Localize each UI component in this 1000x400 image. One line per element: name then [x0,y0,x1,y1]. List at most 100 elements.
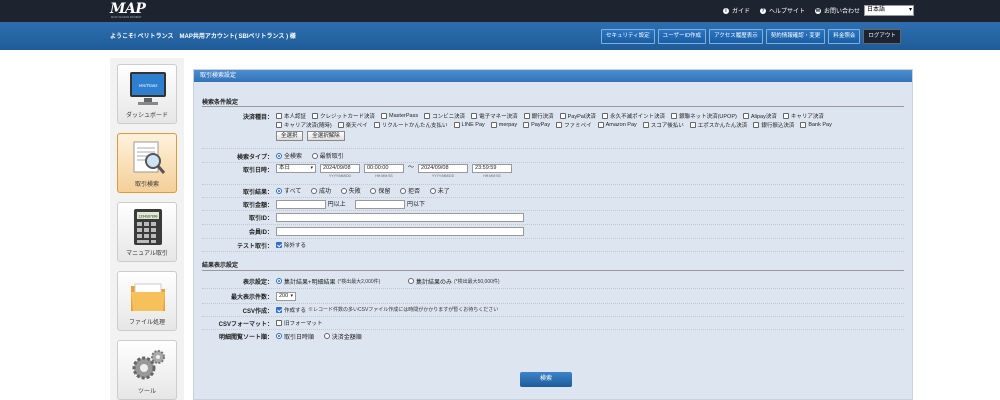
sidebar-item-manual-transaction[interactable]: 1234567890 マニュアル取引 [117,202,177,262]
csv-create-label: CSV作成： [242,308,273,315]
max-rows-row: 最大表示件数： 200 ▾ [202,289,904,304]
sidebar-item-tools[interactable]: ツール [117,340,177,400]
guide-link[interactable]: i ガイド [722,6,750,15]
test-transaction-row: テスト取引： 除外する [202,239,904,252]
clear-all-button[interactable]: 全選択解除 [307,131,345,141]
monitor-icon: VeriTrans [130,72,166,105]
test-transaction-label: テスト取引： [236,243,273,250]
folder-icon [131,283,165,311]
security-settings-button[interactable]: セキュリティ設定 [601,29,655,44]
payment-checkbox-carrier[interactable]: キャリア決済 [782,112,824,120]
info-icon: i [722,7,729,14]
payment-checkbox-paypay[interactable]: PayPay [523,121,550,129]
document-search-icon [133,141,166,174]
logout-button[interactable]: ログアウト [863,29,901,44]
payment-checkbox-recruit[interactable]: リクルートかんたん支払い [373,121,448,129]
date-label: 取引日時： [242,168,273,174]
payment-checkbox-eternal-points[interactable]: 永久不滅ポイント決済 [602,112,665,120]
payment-checkbox-paypal[interactable]: PayPal決済 [559,112,596,120]
result-success-radio[interactable]: 成功 [311,186,331,195]
map-logo[interactable]: MAP MULTI ACCESS PAYMENT [110,1,155,20]
amount-max-input[interactable] [355,199,406,209]
logo-tagline: MULTI ACCESS PAYMENT [111,16,142,19]
payment-checkbox-rakuten-pay[interactable]: 楽天ペイ [337,121,368,129]
transaction-id-input[interactable] [276,213,524,222]
access-history-button[interactable]: アクセス履歴表示 [709,29,763,44]
amount-row: 取引金額： 円以上 円以下 [202,198,904,211]
display-summary-detail-radio[interactable]: 集計結果+明細結果 (*検出最大2,000件) [276,277,380,286]
chevron-down-icon: ▾ [290,292,293,299]
sidebar-item-dashboard[interactable]: VeriTrans ダッシュボード [117,64,177,124]
fee-inquiry-button[interactable]: 料金照会 [828,29,861,44]
payment-checkbox-line-pay[interactable]: LINE Pay [453,121,485,129]
sidebar: VeriTrans ダッシュボード 取引検索 1234567890 マニュアル取… [110,58,184,400]
display-setting-row: 表示設定： 集計結果+明細結果 (*検出最大2,000件) 集計結果のみ (*検出最… [202,275,904,289]
payment-checkbox-e-money[interactable]: 電子マネー決済 [471,112,518,120]
date-preset-select[interactable]: 本日 ▾ [276,164,316,173]
payment-checkbox-upop[interactable]: 銀聯ネット決済(UPOP) [671,112,737,120]
sidebar-item-file-processing[interactable]: ファイル処理 [117,271,177,331]
sort-by-amount-radio[interactable]: 決済金額順 [323,332,362,341]
payment-checkbox-credit-card[interactable]: クレジットカード決済 [312,112,375,120]
contact-link[interactable]: ✉ お問い合わせ [814,6,860,15]
payment-type-label: 決済種目： [242,115,273,121]
payment-checkbox-score[interactable]: スコア後払い [642,121,684,129]
result-row: 取引結果： すべて 成功 失敗 保留 拒否 未了 [202,185,904,198]
date-range-separator: 〜 [408,165,415,171]
from-date-input[interactable]: 2024/09/08 [320,164,360,173]
display-summary-only-radio[interactable]: 集計結果のみ (*検出最大50,000件) [407,277,500,286]
payment-checkbox-masterpass[interactable]: MasterPass [381,112,418,120]
calculator-icon: 1234567890 [134,209,162,245]
csv-old-format-checkbox[interactable]: 旧フォーマット [276,319,323,327]
payment-type-checkboxes: 本人認証 クレジットカード決済 MasterPass コンビニ決済 電子マネー決… [276,112,876,129]
sidebar-label-transaction-search: 取引検索 [134,182,159,188]
payment-checkbox-merpay[interactable]: merpay [490,121,517,129]
csv-create-checkbox[interactable]: 作成する ※レコード件数の多いCSVファイル作成には時間がかかりますが暫くお待ちく… [276,306,498,314]
payment-checkbox-convenience-store[interactable]: コンビニ決済 [424,112,465,120]
transaction-id-row: 取引ID： [202,211,904,225]
result-incomplete-radio[interactable]: 未了 [429,186,450,195]
transaction-id-label: 取引ID： [248,216,273,222]
exclude-test-checkbox[interactable]: 除外する [276,241,306,249]
amount-min-input[interactable] [276,199,326,209]
result-display-heading: 結果表示設定 [202,263,239,269]
header-nav: セキュリティ設定 ユーザーID作成 アクセス履歴表示 契約情報確認・変更 料金照… [601,29,901,44]
search-type-label: 検索タイプ： [236,154,273,161]
date-row: 取引日時： 本日 ▾ 2024/09/08 YYYY/MM/DD 00:00:00 H… [202,163,904,185]
to-time-input[interactable]: 23:59:59 [472,164,513,173]
language-select[interactable]: 日本語 ▾ [864,5,914,16]
payment-checkbox-amazon-pay[interactable]: Amazon Pay [597,121,637,129]
payment-checkbox-bank-transfer[interactable]: 銀行振込決済 [753,121,794,129]
payment-type-row: 決済種目： 本人認証 クレジットカード決済 MasterPass コンビニ決済 … [202,112,904,149]
create-user-id-button[interactable]: ユーザーID作成 [657,29,707,44]
payment-checkbox-bank[interactable]: 銀行決済 [523,112,554,120]
payment-checkbox-bank-pay[interactable]: Bank Pay [800,121,832,129]
amount-max-suffix: 円以下 [407,202,426,209]
header-band: ようこそ! ベリトランス MAP共用アカウント( SBIベリトランス ) 様 セ… [0,22,1000,50]
sort-order-row: 明細閲覧ソート順： 取引日時順 決済金額順 [202,330,904,343]
payment-checkbox-epos[interactable]: エポスかんたん決済 [689,121,747,129]
search-type-latest-radio[interactable]: 最新取引 [311,151,344,160]
result-pending-radio[interactable]: 保留 [370,186,390,195]
from-time-input[interactable]: 00:00:00 [364,164,404,173]
payment-checkbox-carrier-recurring[interactable]: キャリア決済(随時) [276,121,332,129]
sidebar-item-transaction-search[interactable]: 取引検索 [117,133,177,193]
help-site-link[interactable]: ? ヘルプサイト [759,6,805,15]
to-date-input[interactable]: 2024/09/08 [418,164,469,173]
max-rows-select[interactable]: 200 ▾ [276,291,296,301]
result-all-radio[interactable]: すべて [276,186,301,195]
welcome-text: ようこそ! ベリトランス MAP共用アカウント( SBIベリトランス ) 様 [110,34,296,40]
result-failure-radio[interactable]: 失敗 [340,186,361,195]
result-rejected-radio[interactable]: 拒否 [400,186,420,195]
chevron-down-icon: ▾ [310,165,313,171]
search-button[interactable]: 検索 [520,372,572,387]
payment-checkbox-famipay[interactable]: ファミペイ [556,121,592,129]
search-type-all-radio[interactable]: 全検索 [276,151,302,160]
payment-checkbox-auth[interactable]: 本人認証 [276,112,306,120]
divider [202,106,904,107]
sort-by-date-radio[interactable]: 取引日時順 [276,332,314,341]
select-all-button[interactable]: 全選択 [276,131,303,141]
member-id-input[interactable] [276,227,524,236]
payment-checkbox-alipay[interactable]: Alipay決済 [742,112,777,120]
contract-info-button[interactable]: 契約情報確認・変更 [765,29,826,44]
